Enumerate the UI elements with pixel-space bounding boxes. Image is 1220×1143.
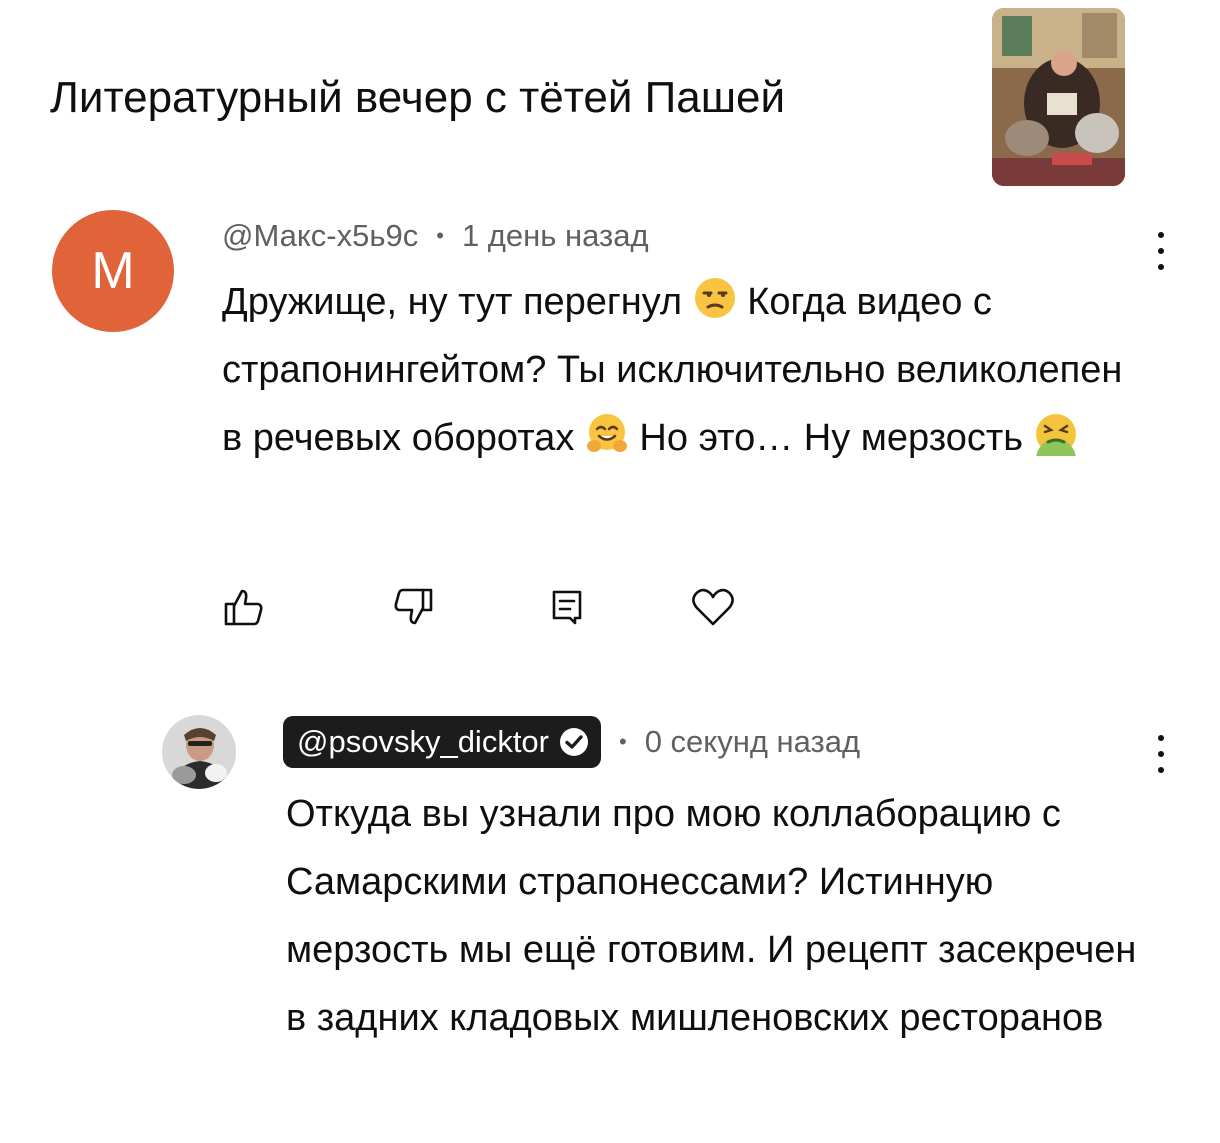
comment-meta: @Макс-х5ь9с • 1 день назад	[222, 218, 649, 254]
meta-separator: •	[619, 729, 627, 754]
video-header: Литературный вечер с тётей Пашей	[0, 0, 1220, 195]
reply-author[interactable]: @psovsky_dicktor	[297, 724, 549, 760]
heart-icon[interactable]	[686, 580, 740, 634]
meta-separator: •	[436, 223, 444, 248]
video-title[interactable]: Литературный вечер с тётей Пашей	[50, 70, 785, 126]
more-vert-icon[interactable]	[1155, 232, 1167, 272]
comment-text-part-3: Но это… Ну мерзость	[628, 417, 1034, 459]
verified-check-icon	[560, 728, 588, 756]
comment-timestamp: 1 день назад	[461, 218, 649, 253]
comment-author[interactable]: @Макс-х5ь9с	[222, 218, 418, 254]
reply-meta: @psovsky_dicktor • 0 секунд назад	[283, 716, 860, 768]
reply-icon[interactable]	[540, 580, 594, 634]
reply-avatar[interactable]	[162, 715, 236, 789]
reply-timestamp: 0 секунд назад	[644, 724, 861, 759]
thumb-down-icon[interactable]	[386, 580, 440, 634]
thumb-up-icon[interactable]	[217, 580, 271, 634]
more-vert-icon[interactable]	[1155, 735, 1167, 775]
comment-text-part-1: Дружище, ну тут перегнул	[222, 281, 693, 323]
reply-body: Откуда вы узнали про мою коллаборацию с …	[286, 793, 1137, 1039]
nauseated-face-icon	[1034, 414, 1078, 456]
unamused-face-icon	[694, 278, 735, 318]
video-thumbnail[interactable]	[992, 8, 1125, 186]
hugging-face-icon	[586, 414, 627, 452]
reply-author-chip[interactable]: @psovsky_dicktor	[283, 716, 601, 768]
comment-body: Дружище, ну тут перегнул Когда видео с с…	[222, 268, 1142, 472]
avatar[interactable]: M	[52, 210, 174, 332]
